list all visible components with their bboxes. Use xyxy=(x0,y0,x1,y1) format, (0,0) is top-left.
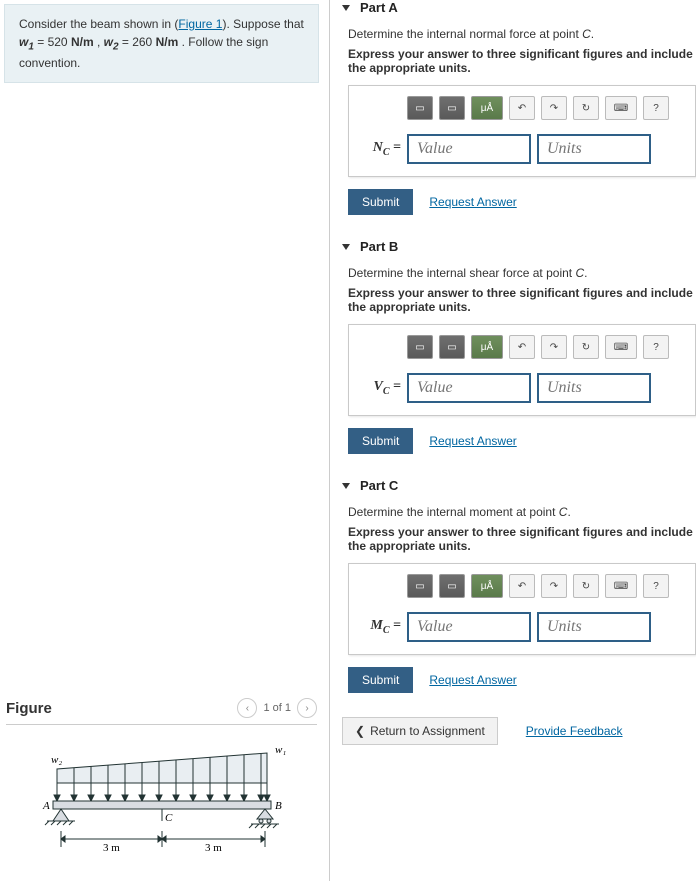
problem-text: Consider the beam shown in ( xyxy=(19,17,178,31)
figure-label-C: C xyxy=(165,812,173,824)
figure-label-A: A xyxy=(42,800,50,812)
request-answer-link[interactable]: Request Answer xyxy=(429,673,516,687)
units-input[interactable] xyxy=(537,134,651,164)
answer-toolbar: ▭ ▭ μÅ ↶ ↷ ↻ ⌨ ? xyxy=(407,335,685,359)
redo-button[interactable]: ↷ xyxy=(541,335,567,359)
fraction-button[interactable]: ▭ xyxy=(439,96,465,120)
figure-dim-1: 3 m xyxy=(103,842,120,854)
answer-hint: Express your answer to three significant… xyxy=(348,47,696,75)
greek-button[interactable]: μÅ xyxy=(471,335,503,359)
help-button[interactable]: ? xyxy=(643,335,669,359)
answer-toolbar: ▭ ▭ μÅ ↶ ↷ ↻ ⌨ ? xyxy=(407,96,685,120)
redo-button[interactable]: ↷ xyxy=(541,574,567,598)
templates-button[interactable]: ▭ xyxy=(407,96,433,120)
value-input[interactable] xyxy=(407,134,531,164)
pager-prev-button[interactable]: ‹ xyxy=(237,698,257,718)
undo-button[interactable]: ↶ xyxy=(509,335,535,359)
collapse-icon xyxy=(342,483,350,489)
figure-dim-2: 3 m xyxy=(205,842,222,854)
submit-button[interactable]: Submit xyxy=(348,428,413,454)
reset-button[interactable]: ↻ xyxy=(573,335,599,359)
templates-button[interactable]: ▭ xyxy=(407,574,433,598)
figure-label-w2: w₂ xyxy=(51,754,62,766)
part-c: Part C Determine the internal moment at … xyxy=(342,478,696,693)
part-title: Part B xyxy=(360,239,398,254)
figure-pager: ‹ 1 of 1 › xyxy=(237,698,317,718)
collapse-icon xyxy=(342,5,350,11)
collapse-icon xyxy=(342,244,350,250)
return-to-assignment-button[interactable]: ❮ Return to Assignment xyxy=(342,717,498,745)
submit-button[interactable]: Submit xyxy=(348,189,413,215)
reset-button[interactable]: ↻ xyxy=(573,574,599,598)
units-input[interactable] xyxy=(537,612,651,642)
undo-button[interactable]: ↶ xyxy=(509,96,535,120)
answer-hint: Express your answer to three significant… xyxy=(348,525,696,553)
part-header[interactable]: Part C xyxy=(342,478,696,493)
request-answer-link[interactable]: Request Answer xyxy=(429,434,516,448)
reset-button[interactable]: ↻ xyxy=(573,96,599,120)
problem-statement: Consider the beam shown in (Figure 1). S… xyxy=(4,4,319,83)
answer-toolbar: ▭ ▭ μÅ ↶ ↷ ↻ ⌨ ? xyxy=(407,574,685,598)
pager-text: 1 of 1 xyxy=(263,702,291,714)
value-input[interactable] xyxy=(407,612,531,642)
redo-button[interactable]: ↷ xyxy=(541,96,567,120)
units-input[interactable] xyxy=(537,373,651,403)
return-label: Return to Assignment xyxy=(370,724,485,738)
answer-symbol: NC = xyxy=(367,140,401,158)
figure-label-B: B xyxy=(275,800,282,812)
help-button[interactable]: ? xyxy=(643,574,669,598)
answer-symbol: MC = xyxy=(367,618,401,636)
part-a: Part A Determine the internal normal for… xyxy=(342,0,696,215)
answer-hint: Express your answer to three significant… xyxy=(348,286,696,314)
keyboard-button[interactable]: ⌨ xyxy=(605,96,637,120)
chevron-left-icon: ❮ xyxy=(355,724,365,738)
greek-button[interactable]: μÅ xyxy=(471,96,503,120)
request-answer-link[interactable]: Request Answer xyxy=(429,195,516,209)
keyboard-button[interactable]: ⌨ xyxy=(605,574,637,598)
greek-button[interactable]: μÅ xyxy=(471,574,503,598)
answer-box: ▭ ▭ μÅ ↶ ↷ ↻ ⌨ ? VC = xyxy=(348,324,696,416)
figure-label-w1: w₁ xyxy=(275,744,286,756)
question-text: Determine the internal normal force at p… xyxy=(348,27,696,41)
templates-button[interactable]: ▭ xyxy=(407,335,433,359)
answer-box: ▭ ▭ μÅ ↶ ↷ ↻ ⌨ ? NC = xyxy=(348,85,696,177)
part-title: Part A xyxy=(360,0,398,15)
provide-feedback-link[interactable]: Provide Feedback xyxy=(526,724,623,738)
question-text: Determine the internal moment at point C… xyxy=(348,505,696,519)
figure-link[interactable]: Figure 1 xyxy=(178,17,222,31)
pager-next-button[interactable]: › xyxy=(297,698,317,718)
beam-figure: w₂ w₁ A B C 3 m 3 m xyxy=(17,739,307,869)
part-title: Part C xyxy=(360,478,398,493)
value-input[interactable] xyxy=(407,373,531,403)
part-b: Part B Determine the internal shear forc… xyxy=(342,239,696,454)
part-header[interactable]: Part A xyxy=(342,0,696,15)
help-button[interactable]: ? xyxy=(643,96,669,120)
figure-title: Figure xyxy=(6,700,52,717)
submit-button[interactable]: Submit xyxy=(348,667,413,693)
answer-box: ▭ ▭ μÅ ↶ ↷ ↻ ⌨ ? MC = xyxy=(348,563,696,655)
fraction-button[interactable]: ▭ xyxy=(439,335,465,359)
part-header[interactable]: Part B xyxy=(342,239,696,254)
fraction-button[interactable]: ▭ xyxy=(439,574,465,598)
answer-symbol: VC = xyxy=(367,379,401,397)
question-text: Determine the internal shear force at po… xyxy=(348,266,696,280)
keyboard-button[interactable]: ⌨ xyxy=(605,335,637,359)
undo-button[interactable]: ↶ xyxy=(509,574,535,598)
figure-section: Figure ‹ 1 of 1 › xyxy=(0,690,323,881)
